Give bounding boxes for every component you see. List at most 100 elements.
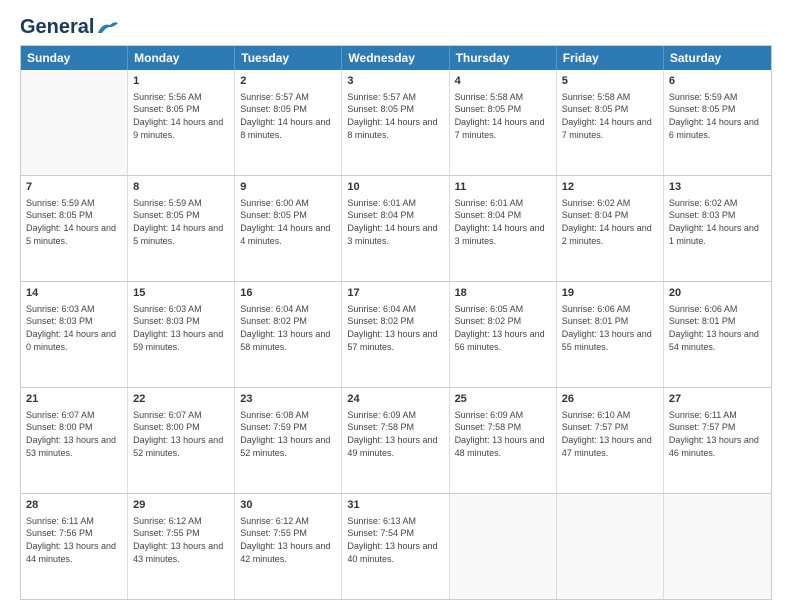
logo: General bbox=[20, 16, 118, 35]
cell-info: Sunrise: 5:59 AMSunset: 8:05 PMDaylight:… bbox=[669, 91, 766, 141]
calendar-cell: 17 Sunrise: 6:04 AMSunset: 8:02 PMDayligh… bbox=[342, 282, 449, 387]
calendar-cell: 4 Sunrise: 5:58 AMSunset: 8:05 PMDaylight… bbox=[450, 70, 557, 175]
calendar-cell: 13Sunrise: 6:02 AMSunset: 8:03 PMDayligh… bbox=[664, 176, 771, 281]
cell-info: Sunrise: 5:56 AMSunset: 8:05 PMDaylight:… bbox=[133, 91, 229, 141]
cell-info: Sunrise: 6:04 AMSunset: 8:02 PMDaylight:… bbox=[240, 303, 336, 353]
calendar-cell: 3 Sunrise: 5:57 AMSunset: 8:05 PMDaylight… bbox=[342, 70, 449, 175]
calendar-cell: 29Sunrise: 6:12 AMSunset: 7:55 PMDayligh… bbox=[128, 494, 235, 599]
calendar-cell: 31Sunrise: 6:13 AMSunset: 7:54 PMDayligh… bbox=[342, 494, 449, 599]
weekday-header-monday: Monday bbox=[128, 46, 235, 70]
day-number: 2 bbox=[240, 74, 336, 89]
day-number: 1 bbox=[133, 74, 229, 89]
weekday-header-friday: Friday bbox=[557, 46, 664, 70]
calendar-cell bbox=[21, 70, 128, 175]
weekday-header-sunday: Sunday bbox=[21, 46, 128, 70]
cell-info: Sunrise: 6:11 AMSunset: 7:56 PMDaylight:… bbox=[26, 515, 122, 565]
calendar-cell: 1 Sunrise: 5:56 AMSunset: 8:05 PMDaylight… bbox=[128, 70, 235, 175]
day-number: 9 bbox=[240, 180, 336, 195]
cell-info: Sunrise: 6:02 AMSunset: 8:03 PMDaylight:… bbox=[669, 197, 766, 247]
cell-info: Sunrise: 6:09 AMSunset: 7:58 PMDaylight:… bbox=[347, 409, 443, 459]
day-number: 30 bbox=[240, 498, 336, 513]
calendar-body: 1 Sunrise: 5:56 AMSunset: 8:05 PMDaylight… bbox=[21, 70, 771, 599]
day-number: 23 bbox=[240, 392, 336, 407]
cell-info: Sunrise: 6:09 AMSunset: 7:58 PMDaylight:… bbox=[455, 409, 551, 459]
calendar-cell: 21Sunrise: 6:07 AMSunset: 8:00 PMDayligh… bbox=[21, 388, 128, 493]
weekday-header-tuesday: Tuesday bbox=[235, 46, 342, 70]
calendar-cell: 22 Sunrise: 6:07 AMSunset: 8:00 PMDayligh… bbox=[128, 388, 235, 493]
calendar-cell: 23 Sunrise: 6:08 AMSunset: 7:59 PMDayligh… bbox=[235, 388, 342, 493]
calendar-cell: 10Sunrise: 6:01 AMSunset: 8:04 PMDayligh… bbox=[342, 176, 449, 281]
calendar-cell: 6Sunrise: 5:59 AMSunset: 8:05 PMDaylight… bbox=[664, 70, 771, 175]
calendar-cell: 15Sunrise: 6:03 AMSunset: 8:03 PMDayligh… bbox=[128, 282, 235, 387]
cell-info: Sunrise: 5:59 AMSunset: 8:05 PMDaylight:… bbox=[133, 197, 229, 247]
calendar-week-4: 21 Sunrise: 6:07 AMSunset: 8:00 PMDayligh… bbox=[21, 388, 771, 494]
calendar-cell: 8 Sunrise: 5:59 AMSunset: 8:05 PMDaylight… bbox=[128, 176, 235, 281]
day-number: 19 bbox=[562, 286, 658, 301]
weekday-header-wednesday: Wednesday bbox=[342, 46, 449, 70]
cell-info: Sunrise: 5:59 AMSunset: 8:05 PMDaylight:… bbox=[26, 197, 122, 247]
day-number: 8 bbox=[133, 180, 229, 195]
day-number: 14 bbox=[26, 286, 122, 301]
day-number: 28 bbox=[26, 498, 122, 513]
cell-info: Sunrise: 6:04 AMSunset: 8:02 PMDaylight:… bbox=[347, 303, 443, 353]
logo-bird-icon bbox=[96, 19, 118, 37]
cell-info: Sunrise: 6:10 AMSunset: 7:57 PMDaylight:… bbox=[562, 409, 658, 459]
day-number: 31 bbox=[347, 498, 443, 513]
day-number: 24 bbox=[347, 392, 443, 407]
weekday-header-saturday: Saturday bbox=[664, 46, 771, 70]
cell-info: Sunrise: 6:06 AMSunset: 8:01 PMDaylight:… bbox=[562, 303, 658, 353]
cell-info: Sunrise: 6:01 AMSunset: 8:04 PMDaylight:… bbox=[455, 197, 551, 247]
calendar-cell: 5 Sunrise: 5:58 AMSunset: 8:05 PMDaylight… bbox=[557, 70, 664, 175]
day-number: 11 bbox=[455, 180, 551, 195]
calendar-cell bbox=[450, 494, 557, 599]
cell-info: Sunrise: 6:07 AMSunset: 8:00 PMDaylight:… bbox=[133, 409, 229, 459]
calendar-week-3: 14 Sunrise: 6:03 AMSunset: 8:03 PMDayligh… bbox=[21, 282, 771, 388]
calendar-cell: 18Sunrise: 6:05 AMSunset: 8:02 PMDayligh… bbox=[450, 282, 557, 387]
weekday-header-thursday: Thursday bbox=[450, 46, 557, 70]
page: General SundayMondayTuesdayWednesdayThur… bbox=[0, 0, 792, 612]
day-number: 5 bbox=[562, 74, 658, 89]
calendar-week-1: 1 Sunrise: 5:56 AMSunset: 8:05 PMDaylight… bbox=[21, 70, 771, 176]
day-number: 26 bbox=[562, 392, 658, 407]
cell-info: Sunrise: 6:12 AMSunset: 7:55 PMDaylight:… bbox=[240, 515, 336, 565]
day-number: 29 bbox=[133, 498, 229, 513]
calendar-header: SundayMondayTuesdayWednesdayThursdayFrid… bbox=[21, 46, 771, 70]
calendar-cell: 14 Sunrise: 6:03 AMSunset: 8:03 PMDayligh… bbox=[21, 282, 128, 387]
day-number: 21 bbox=[26, 392, 122, 407]
day-number: 12 bbox=[562, 180, 658, 195]
cell-info: Sunrise: 6:08 AMSunset: 7:59 PMDaylight:… bbox=[240, 409, 336, 459]
calendar-cell bbox=[557, 494, 664, 599]
calendar-cell bbox=[664, 494, 771, 599]
day-number: 4 bbox=[455, 74, 551, 89]
cell-info: Sunrise: 5:58 AMSunset: 8:05 PMDaylight:… bbox=[455, 91, 551, 141]
cell-info: Sunrise: 5:57 AMSunset: 8:05 PMDaylight:… bbox=[347, 91, 443, 141]
calendar-cell: 25Sunrise: 6:09 AMSunset: 7:58 PMDayligh… bbox=[450, 388, 557, 493]
day-number: 16 bbox=[240, 286, 336, 301]
calendar-cell: 2Sunrise: 5:57 AMSunset: 8:05 PMDaylight… bbox=[235, 70, 342, 175]
calendar-cell: 19 Sunrise: 6:06 AMSunset: 8:01 PMDayligh… bbox=[557, 282, 664, 387]
cell-info: Sunrise: 6:06 AMSunset: 8:01 PMDaylight:… bbox=[669, 303, 766, 353]
calendar-cell: 16 Sunrise: 6:04 AMSunset: 8:02 PMDayligh… bbox=[235, 282, 342, 387]
day-number: 17 bbox=[347, 286, 443, 301]
cell-info: Sunrise: 6:03 AMSunset: 8:03 PMDaylight:… bbox=[133, 303, 229, 353]
calendar-cell: 11 Sunrise: 6:01 AMSunset: 8:04 PMDayligh… bbox=[450, 176, 557, 281]
cell-info: Sunrise: 5:58 AMSunset: 8:05 PMDaylight:… bbox=[562, 91, 658, 141]
day-number: 3 bbox=[347, 74, 443, 89]
cell-info: Sunrise: 6:05 AMSunset: 8:02 PMDaylight:… bbox=[455, 303, 551, 353]
cell-info: Sunrise: 6:02 AMSunset: 8:04 PMDaylight:… bbox=[562, 197, 658, 247]
day-number: 20 bbox=[669, 286, 766, 301]
calendar-cell: 7 Sunrise: 5:59 AMSunset: 8:05 PMDaylight… bbox=[21, 176, 128, 281]
cell-info: Sunrise: 6:00 AMSunset: 8:05 PMDaylight:… bbox=[240, 197, 336, 247]
day-number: 10 bbox=[347, 180, 443, 195]
calendar-cell: 20 Sunrise: 6:06 AMSunset: 8:01 PMDayligh… bbox=[664, 282, 771, 387]
calendar-cell: 28 Sunrise: 6:11 AMSunset: 7:56 PMDayligh… bbox=[21, 494, 128, 599]
header: General bbox=[20, 16, 772, 35]
cell-info: Sunrise: 6:03 AMSunset: 8:03 PMDaylight:… bbox=[26, 303, 122, 353]
cell-info: Sunrise: 6:11 AMSunset: 7:57 PMDaylight:… bbox=[669, 409, 766, 459]
calendar-cell: 9 Sunrise: 6:00 AMSunset: 8:05 PMDaylight… bbox=[235, 176, 342, 281]
calendar-week-5: 28 Sunrise: 6:11 AMSunset: 7:56 PMDayligh… bbox=[21, 494, 771, 599]
day-number: 7 bbox=[26, 180, 122, 195]
calendar-cell: 24 Sunrise: 6:09 AMSunset: 7:58 PMDayligh… bbox=[342, 388, 449, 493]
day-number: 22 bbox=[133, 392, 229, 407]
calendar: SundayMondayTuesdayWednesdayThursdayFrid… bbox=[20, 45, 772, 600]
